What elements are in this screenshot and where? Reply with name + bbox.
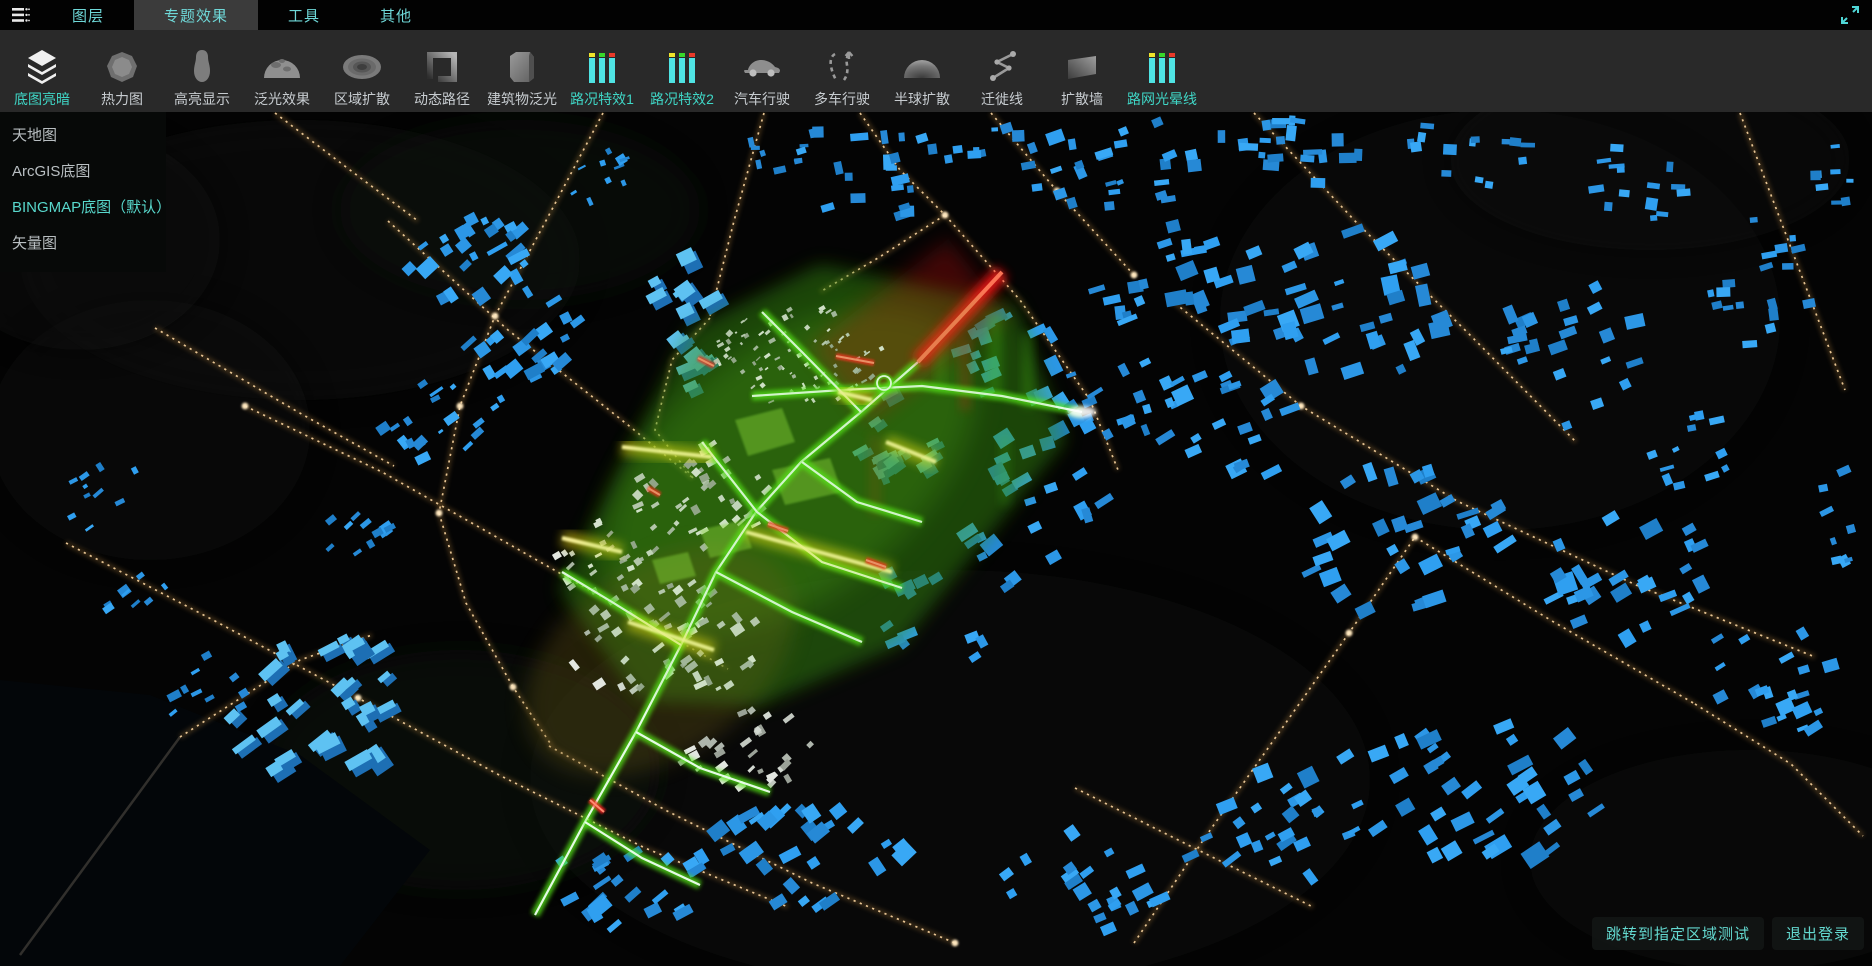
tool-item-label: 汽车行驶 xyxy=(734,91,790,107)
effects-toolbar: 底图亮暗 热力图 高亮显示 泛光效果 区域扩散 动态路径 建筑物泛光路况特效1 路况特效2 汽车… xyxy=(0,30,1872,112)
tool-item-5[interactable]: 区域扩散 xyxy=(322,30,402,112)
tool-item-3[interactable]: 高亮显示 xyxy=(162,30,242,112)
tool-item-15[interactable]: 路网光晕线 xyxy=(1122,30,1202,112)
area-ripple-icon xyxy=(342,43,382,91)
tool-item-label: 路网光晕线 xyxy=(1127,91,1197,107)
tool-item-label: 半球扩散 xyxy=(894,91,950,107)
tool-item-label: 路况特效1 xyxy=(570,91,634,107)
basemap-option-1[interactable]: 天地图 xyxy=(0,118,166,154)
traffic-bars-icon xyxy=(666,43,698,91)
heatmap-icon xyxy=(105,43,139,91)
logout-button[interactable]: 退出登录 xyxy=(1772,917,1864,950)
tool-item-label: 泛光效果 xyxy=(254,91,310,107)
tool-item-label: 高亮显示 xyxy=(174,91,230,107)
tool-item-7[interactable]: 建筑物泛光 xyxy=(482,30,562,112)
menu-tab-1[interactable]: 图层 xyxy=(42,0,134,30)
tool-item-6[interactable]: 动态路径 xyxy=(402,30,482,112)
tool-item-12[interactable]: 半球扩散 xyxy=(882,30,962,112)
traffic-bars-icon xyxy=(1146,43,1178,91)
tool-item-label: 动态路径 xyxy=(414,91,470,107)
tool-item-11[interactable]: 多车行驶 xyxy=(802,30,882,112)
fullscreen-icon[interactable] xyxy=(1828,0,1872,30)
menu-tab-3[interactable]: 工具 xyxy=(258,0,350,30)
hemisphere-icon xyxy=(902,43,942,91)
highlight-drop-icon xyxy=(191,43,213,91)
tool-item-14[interactable]: 扩散墙 xyxy=(1042,30,1122,112)
dynamic-path-icon xyxy=(426,43,458,91)
tool-item-label: 迁徙线 xyxy=(981,91,1023,107)
map-3d-scene[interactable] xyxy=(0,112,1872,966)
basemap-option-3[interactable]: BINGMAP底图（默认） xyxy=(0,190,166,226)
tool-item-10[interactable]: 汽车行驶 xyxy=(722,30,802,112)
tool-item-1[interactable]: 底图亮暗 xyxy=(2,30,82,112)
tool-item-2[interactable]: 热力图 xyxy=(82,30,162,112)
jump-to-region-button[interactable]: 跳转到指定区域测试 xyxy=(1592,917,1764,950)
tool-item-label: 区域扩散 xyxy=(334,91,390,107)
car-icon xyxy=(742,43,782,91)
tool-item-label: 建筑物泛光 xyxy=(487,91,557,107)
basemap-option-4[interactable]: 矢量图 xyxy=(0,226,166,262)
traffic-bars-icon xyxy=(586,43,618,91)
footer-actions: 跳转到指定区域测试 退出登录 xyxy=(1592,917,1864,950)
tool-item-8[interactable]: 路况特效1 xyxy=(562,30,642,112)
tool-item-label: 多车行驶 xyxy=(814,91,870,107)
globe-dome-icon xyxy=(262,43,302,91)
migration-line-icon xyxy=(985,43,1019,91)
multi-route-icon xyxy=(827,43,857,91)
hamburger-menu-icon[interactable] xyxy=(0,0,42,30)
diffuse-wall-icon xyxy=(1064,43,1100,91)
building-bloom-icon xyxy=(508,43,536,91)
menu-spacer xyxy=(442,0,1828,30)
menu-tab-4[interactable]: 其他 xyxy=(350,0,442,30)
basemap-dropdown-panel: 天地图ArcGIS底图BINGMAP底图（默认）矢量图 xyxy=(0,112,166,272)
tool-item-9[interactable]: 路况特效2 xyxy=(642,30,722,112)
menu-bar: 图层专题效果工具其他 xyxy=(0,0,1872,30)
tool-item-label: 热力图 xyxy=(101,91,143,107)
tool-item-label: 扩散墙 xyxy=(1061,91,1103,107)
basemap-option-2[interactable]: ArcGIS底图 xyxy=(0,154,166,190)
tool-item-label: 路况特效2 xyxy=(650,91,714,107)
app-root: 图层专题效果工具其他 底图亮暗热力图高亮显示泛光效果区域扩散动态路径建筑物泛光路… xyxy=(0,0,1872,966)
tool-item-label: 底图亮暗 xyxy=(14,91,70,107)
menu-tab-2[interactable]: 专题效果 xyxy=(134,0,258,30)
tool-item-4[interactable]: 泛光效果 xyxy=(242,30,322,112)
tool-item-13[interactable]: 迁徙线 xyxy=(962,30,1042,112)
layers-icon xyxy=(23,43,61,91)
